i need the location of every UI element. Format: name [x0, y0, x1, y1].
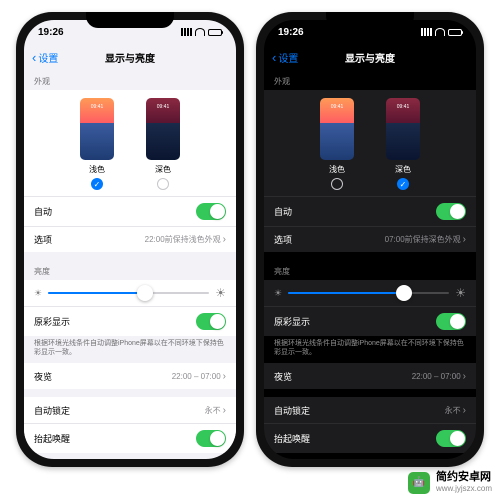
radio-selected-icon	[397, 178, 409, 190]
chevron-right-icon: ›	[223, 234, 226, 245]
wifi-icon	[435, 28, 445, 36]
toggle-raise[interactable]	[436, 430, 466, 447]
row-automatic: 自动	[24, 196, 236, 226]
wifi-icon	[195, 28, 205, 36]
nav-bar: ‹设置 显示与亮度	[24, 44, 236, 70]
chevron-right-icon: ›	[463, 371, 466, 382]
status-time: 19:26	[278, 27, 304, 38]
row-truetone: 原彩显示	[264, 306, 476, 336]
row-raise-to-wake: 抬起唤醒	[24, 423, 236, 453]
page-title: 显示与亮度	[264, 50, 476, 65]
signal-icon	[181, 28, 192, 36]
label-nightshift: 夜览	[34, 370, 52, 383]
toggle-raise[interactable]	[196, 430, 226, 447]
toggle-truetone[interactable]	[196, 313, 226, 330]
phone-light-mode: 19:26 ‹设置 显示与亮度 外观 浅色	[16, 12, 244, 467]
label-autolock: 自动锁定	[34, 404, 70, 417]
battery-icon	[448, 29, 462, 36]
page-title: 显示与亮度	[24, 50, 236, 65]
row-nightshift[interactable]: 夜览 22:00 – 07:00›	[264, 363, 476, 389]
dark-preview-icon	[146, 98, 180, 160]
label-truetone: 原彩显示	[274, 315, 310, 328]
status-time: 19:26	[38, 27, 64, 38]
row-raise-to-wake: 抬起唤醒	[264, 423, 476, 453]
brightness-slider[interactable]	[288, 292, 449, 294]
appearance-dark-option[interactable]: 深色	[386, 98, 420, 190]
truetone-footer: 根据环境光线条件自动调整iPhone屏幕以在不同环境下保持色彩显示一致。	[264, 336, 476, 363]
label-raise: 抬起唤醒	[274, 432, 310, 445]
row-nightshift[interactable]: 夜览 22:00 – 07:00›	[24, 363, 236, 389]
watermark-name: 简约安卓网	[436, 471, 492, 484]
light-preview-icon	[320, 98, 354, 160]
chevron-right-icon: ›	[223, 371, 226, 382]
nav-bar: ‹设置 显示与亮度	[264, 44, 476, 70]
notch	[86, 12, 174, 28]
radio-unselected-icon	[157, 178, 169, 190]
light-preview-icon	[80, 98, 114, 160]
phone-dark-mode: 19:26 ‹设置 显示与亮度 外观 浅色	[256, 12, 484, 467]
section-header-appearance: 外观	[264, 70, 476, 90]
chevron-right-icon: ›	[223, 405, 226, 416]
label-automatic: 自动	[274, 205, 292, 218]
row-autolock[interactable]: 自动锁定 永不›	[24, 397, 236, 423]
row-automatic: 自动	[264, 196, 476, 226]
section-header-brightness: 亮度	[24, 260, 236, 280]
radio-unselected-icon	[331, 178, 343, 190]
appearance-dark-option[interactable]: 深色	[146, 98, 180, 190]
sun-small-icon: ☀	[34, 288, 42, 299]
android-icon: 🤖	[408, 472, 430, 494]
appearance-light-option[interactable]: 浅色	[80, 98, 114, 190]
sun-large-icon: ☀	[215, 286, 226, 300]
notch	[326, 12, 414, 28]
radio-selected-icon	[91, 178, 103, 190]
label-truetone: 原彩显示	[34, 315, 70, 328]
battery-icon	[208, 29, 222, 36]
sun-large-icon: ☀	[455, 286, 466, 300]
brightness-slider-row: ☀ ☀	[24, 280, 236, 306]
appearance-light-option[interactable]: 浅色	[320, 98, 354, 190]
chevron-right-icon: ›	[463, 405, 466, 416]
label-autolock: 自动锁定	[274, 404, 310, 417]
label-options: 选项	[34, 233, 52, 246]
dark-preview-icon	[386, 98, 420, 160]
label-raise: 抬起唤醒	[34, 432, 70, 445]
signal-icon	[421, 28, 432, 36]
toggle-automatic[interactable]	[436, 203, 466, 220]
row-autolock[interactable]: 自动锁定 永不›	[264, 397, 476, 423]
label-nightshift: 夜览	[274, 370, 292, 383]
brightness-slider-row: ☀ ☀	[264, 280, 476, 306]
row-truetone: 原彩显示	[24, 306, 236, 336]
row-options[interactable]: 选项 22:00前保持浅色外观›	[24, 226, 236, 252]
toggle-automatic[interactable]	[196, 203, 226, 220]
truetone-footer: 根据环境光线条件自动调整iPhone屏幕以在不同环境下保持色彩显示一致。	[24, 336, 236, 363]
label-automatic: 自动	[34, 205, 52, 218]
brightness-slider[interactable]	[48, 292, 209, 294]
watermark: 🤖 简约安卓网 www.jyjszx.com	[408, 471, 492, 494]
sun-small-icon: ☀	[274, 288, 282, 299]
toggle-truetone[interactable]	[436, 313, 466, 330]
label-options: 选项	[274, 233, 292, 246]
watermark-url: www.jyjszx.com	[436, 484, 492, 494]
section-header-brightness: 亮度	[264, 260, 476, 280]
chevron-right-icon: ›	[463, 234, 466, 245]
section-header-appearance: 外观	[24, 70, 236, 90]
row-options[interactable]: 选项 07:00前保持深色外观›	[264, 226, 476, 252]
